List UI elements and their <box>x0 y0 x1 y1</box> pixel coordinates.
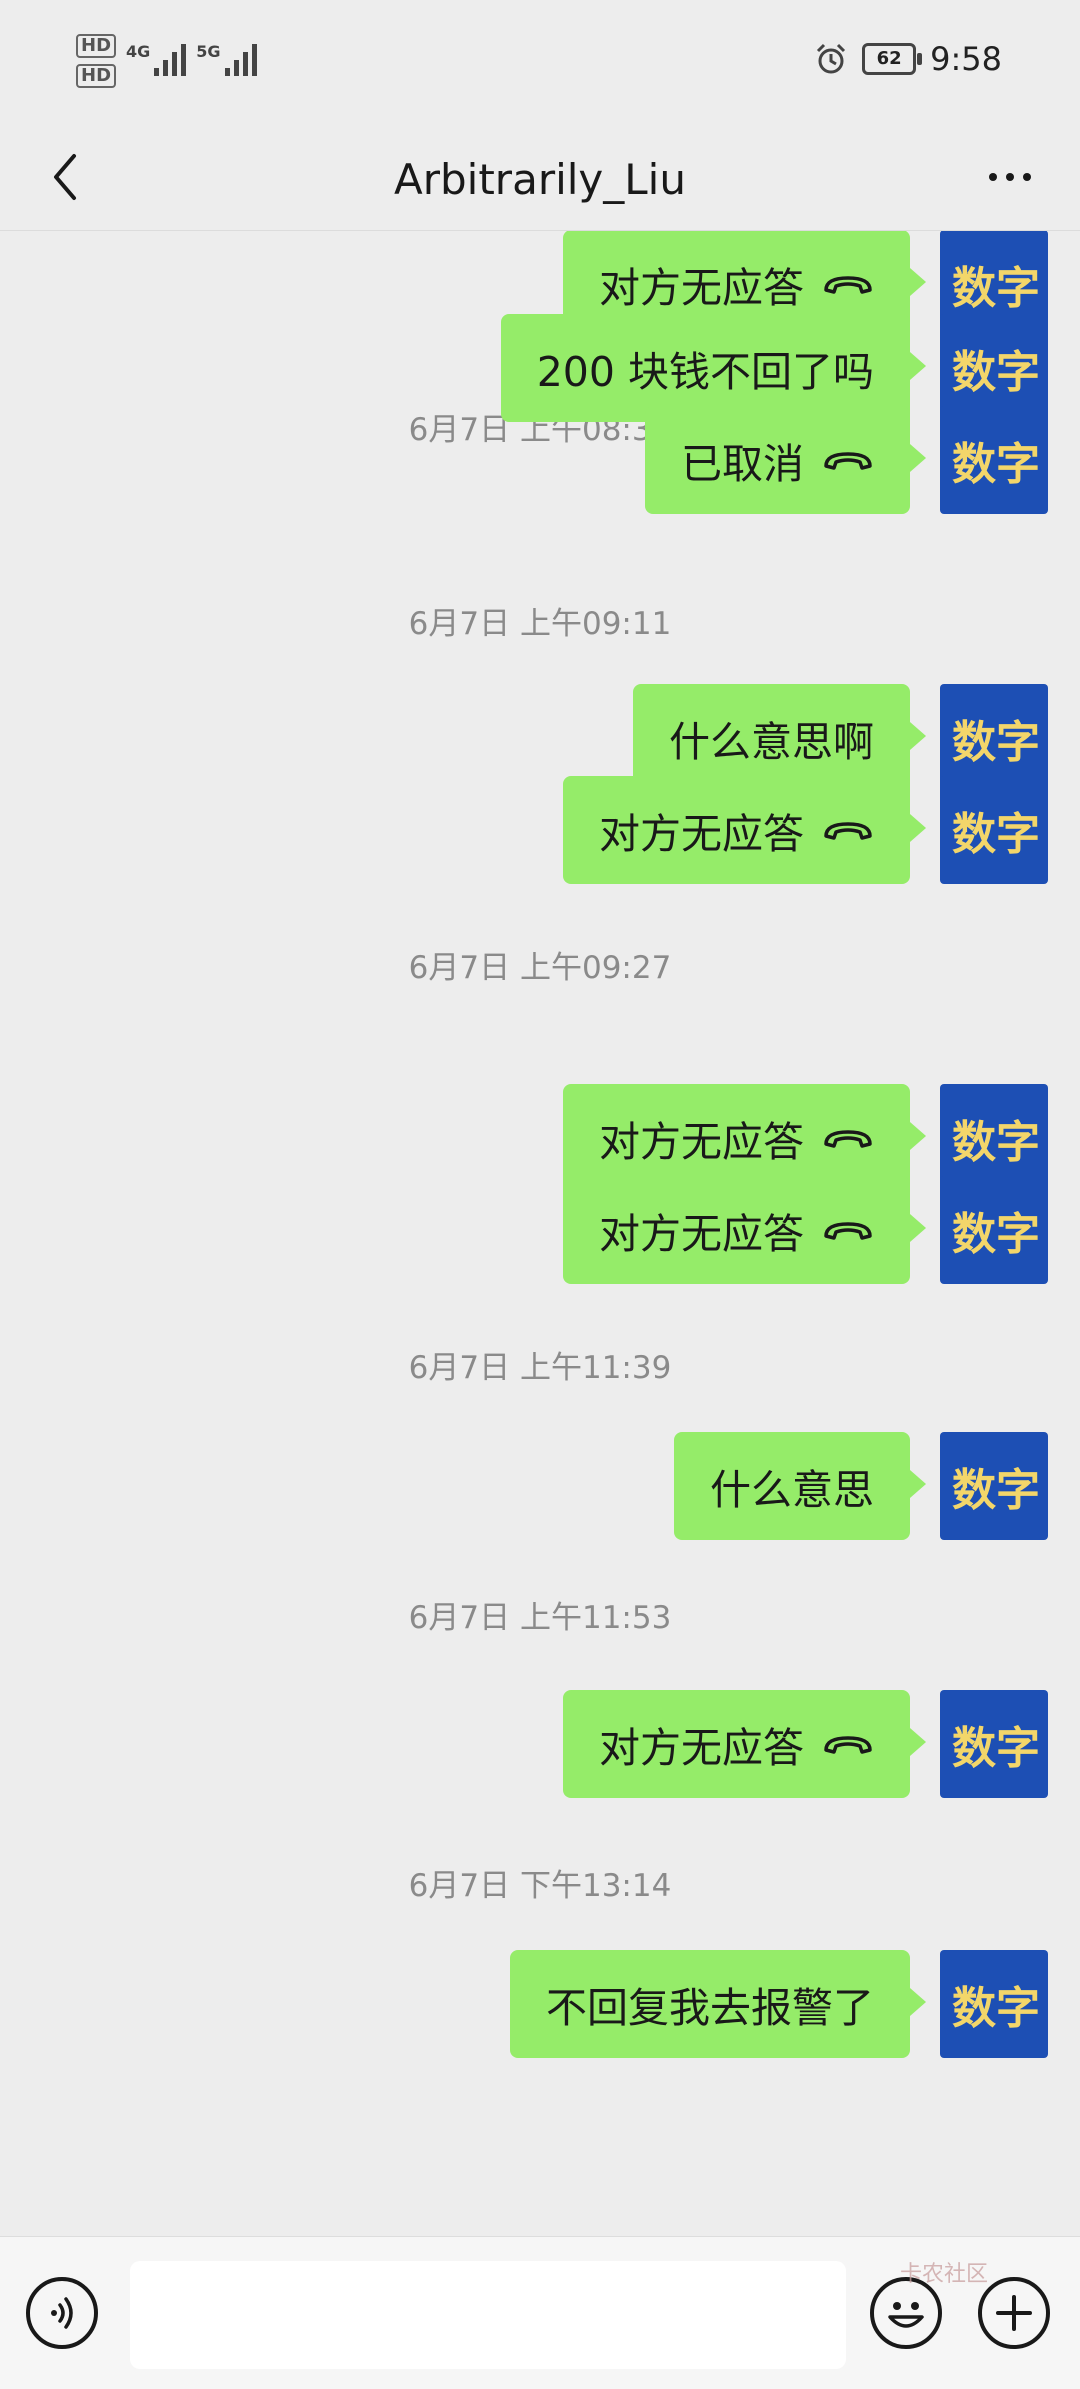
hang-up-icon <box>824 452 872 470</box>
avatar-text: 数字 <box>952 809 1040 860</box>
network-type-1: 4G <box>126 42 151 61</box>
message-timestamp: 6月7日 上午11:53 <box>408 1600 672 1636</box>
avatar-text: 数字 <box>952 1209 1040 1260</box>
message-timestamp: 6月7日 上午11:39 <box>408 1350 672 1386</box>
avatar[interactable]: 数字 <box>940 406 1048 514</box>
message-text: 什么意思啊 <box>669 718 874 766</box>
hang-up-icon <box>824 276 872 294</box>
avatar-text: 数字 <box>952 439 1040 490</box>
message-text: 对方无应答 <box>599 1210 804 1258</box>
message-timestamp: 6月7日 下午13:14 <box>408 1868 672 1904</box>
plus-icon <box>996 2295 1032 2331</box>
hang-up-icon <box>824 1222 872 1240</box>
avatar[interactable]: 数字 <box>940 1950 1048 2058</box>
message-bubble[interactable]: 对方无应答 <box>563 1176 926 1284</box>
hd-badge-1: HD <box>76 34 117 58</box>
watermark: 卡农社区 <box>900 2262 989 2287</box>
clock: 9:58 <box>930 40 1002 78</box>
hd-badge-2: HD <box>76 64 117 88</box>
message-input[interactable] <box>130 2261 846 2369</box>
message-text: 对方无应答 <box>599 810 804 858</box>
avatar[interactable]: 数字 <box>940 776 1048 884</box>
message-bubble[interactable]: 已取消 <box>645 406 926 514</box>
battery-icon: 62 <box>862 43 923 75</box>
network-type-2: 5G <box>196 42 221 61</box>
avatar-text: 数字 <box>952 1723 1040 1774</box>
signal-icon-2: 5G <box>196 42 257 76</box>
hang-up-icon <box>824 1736 872 1754</box>
message-text: 对方无应答 <box>599 1724 804 1772</box>
message-bubble[interactable]: 对方无应答 <box>563 776 926 884</box>
text-message[interactable]: 什么意思 数字 <box>674 1432 1048 1540</box>
avatar-text: 数字 <box>952 347 1040 398</box>
avatar-text: 数字 <box>952 1117 1040 1168</box>
avatar-text: 数字 <box>952 263 1040 314</box>
avatar-text: 数字 <box>952 717 1040 768</box>
call-record-message[interactable]: 对方无应答 数字 <box>563 1690 1048 1798</box>
avatar[interactable]: 数字 <box>940 1432 1048 1540</box>
text-message[interactable]: 不回复我去报警了 数字 <box>510 1950 1048 2058</box>
status-right: 62 9:58 <box>814 40 1002 78</box>
message-text: 对方无应答 <box>599 264 804 312</box>
message-text: 对方无应答 <box>599 1118 804 1166</box>
message-list[interactable]: 对方无应答 数字 6月7日 上午08:32 200 块钱不回了吗 数字 已取消 数字 6月7日… <box>0 231 1080 2229</box>
avatar-text: 数字 <box>952 1465 1040 1516</box>
message-text: 已取消 <box>681 440 804 488</box>
avatar[interactable]: 数字 <box>940 1690 1048 1798</box>
chat-header: Arbitrarily_Liu <box>0 130 1080 231</box>
hang-up-icon <box>824 1130 872 1148</box>
call-record-message[interactable]: 对方无应答 数字 <box>563 776 1048 884</box>
message-text: 200 块钱不回了吗 <box>536 348 874 396</box>
status-bar: HD HD 4G 5G 62 9:58 <box>0 0 1080 130</box>
more-dots-icon <box>989 173 997 181</box>
voice-icon <box>51 2297 73 2329</box>
message-bubble[interactable]: 什么意思 <box>674 1432 926 1540</box>
plus-button[interactable] <box>978 2277 1050 2349</box>
signal-area: HD HD 4G 5G <box>76 34 257 88</box>
alarm-icon <box>817 43 846 74</box>
message-text: 什么意思 <box>710 1466 874 1514</box>
message-timestamp: 6月7日 上午09:27 <box>408 950 672 986</box>
message-text: 不回复我去报警了 <box>546 1984 874 2032</box>
message-timestamp: 6月7日 上午09:11 <box>408 606 672 642</box>
call-record-message[interactable]: 对方无应答 数字 <box>563 1176 1048 1284</box>
voice-button[interactable] <box>26 2277 98 2349</box>
message-bubble[interactable]: 不回复我去报警了 <box>510 1950 926 2058</box>
chat-title: Arbitrarily_Liu <box>394 155 686 204</box>
avatar-text: 数字 <box>952 1983 1040 2034</box>
message-bubble[interactable]: 对方无应答 <box>563 1690 926 1798</box>
more-button[interactable] <box>970 142 1050 212</box>
call-record-message[interactable]: 已取消 数字 <box>645 406 1048 514</box>
signal-icon: 4G <box>126 42 187 76</box>
avatar[interactable]: 数字 <box>940 1176 1048 1284</box>
emoji-icon <box>888 2302 924 2328</box>
hang-up-icon <box>824 822 872 840</box>
